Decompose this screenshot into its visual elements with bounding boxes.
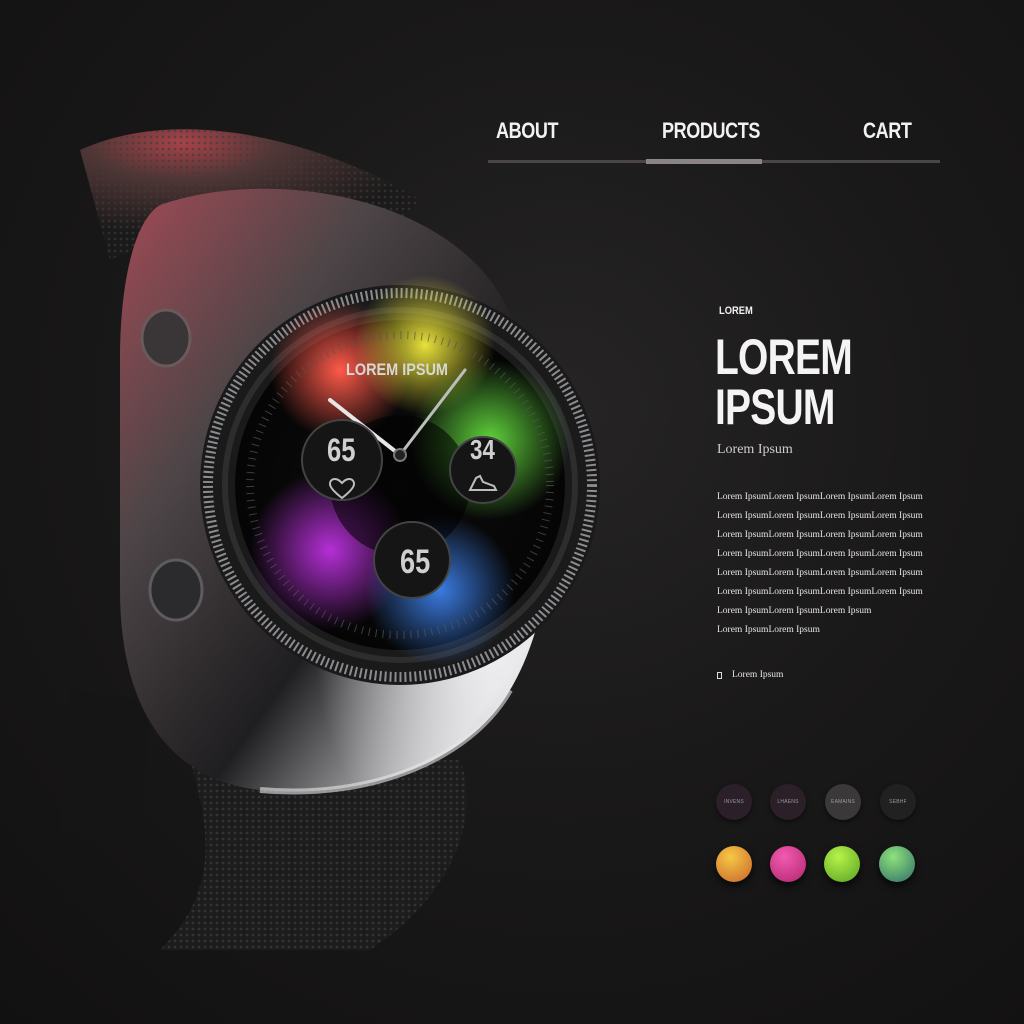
option-chip-label: INVENS — [724, 799, 744, 805]
bottom-dial-value: 65 — [400, 543, 431, 581]
paragraph-line: Lorem IpsumLorem IpsumLorem IpsumLorem I… — [717, 587, 923, 597]
page-title: LOREM IPSUM — [715, 329, 853, 435]
watch-face-title: LOREM IPSUM — [346, 360, 448, 379]
description-paragraph: Lorem IpsumLorem IpsumLorem IpsumLorem I… — [717, 488, 937, 640]
paragraph-line: Lorem IpsumLorem IpsumLorem IpsumLorem I… — [717, 492, 923, 502]
nav-active-indicator — [646, 159, 762, 164]
headline-line-2: IPSUM — [715, 379, 835, 435]
learn-more-link[interactable]: Lorem Ipsum — [717, 670, 783, 680]
option-chip-label: LHAENS — [777, 799, 799, 805]
nav-item-about[interactable]: ABOUT — [496, 118, 558, 144]
top-nav: ABOUT PRODUCTS CART — [488, 112, 940, 168]
shoe-icon — [468, 472, 498, 494]
option-chips: INVENS LHAENS EAMAINS SEBHF — [716, 784, 916, 820]
paragraph-line: Lorem IpsumLorem IpsumLorem IpsumLorem I… — [717, 549, 923, 559]
option-chip-label: EAMAINS — [831, 799, 855, 805]
right-dial-value: 34 — [470, 434, 495, 465]
subheading: Lorem Ipsum — [717, 442, 793, 457]
learn-more-label: Lorem Ipsum — [732, 670, 784, 680]
paragraph-line: Lorem IpsumLorem IpsumLorem IpsumLorem I… — [717, 511, 923, 521]
paragraph-line: Lorem IpsumLorem IpsumLorem IpsumLorem I… — [717, 530, 923, 540]
smartwatch-image: LOREM IPSUM 65 34 65 — [40, 110, 600, 970]
link-bullet-icon — [717, 671, 722, 679]
paragraph-line: Lorem IpsumLorem IpsumLorem IpsumLorem I… — [717, 568, 923, 578]
color-swatches — [716, 846, 916, 884]
option-chip-label: SEBHF — [889, 799, 907, 805]
nav-item-cart[interactable]: CART — [863, 118, 912, 144]
paragraph-line: Lorem IpsumLorem Ipsum — [717, 625, 820, 635]
nav-item-products[interactable]: PRODUCTS — [662, 118, 760, 144]
swatch-orange-yellow[interactable] — [716, 846, 752, 882]
heart-icon — [328, 477, 356, 500]
headline-line-1: LOREM — [715, 329, 853, 385]
left-dial-value: 65 — [327, 432, 356, 468]
option-chip[interactable]: EAMAINS — [825, 784, 861, 820]
swatch-pink[interactable] — [770, 846, 806, 882]
option-chip[interactable]: INVENS — [716, 784, 752, 820]
swatch-green-teal[interactable] — [879, 846, 915, 882]
eyebrow-label: LOREM — [719, 305, 753, 317]
swatch-lime[interactable] — [824, 846, 860, 882]
option-chip[interactable]: SEBHF — [880, 784, 916, 820]
option-chip[interactable]: LHAENS — [770, 784, 806, 820]
paragraph-line: Lorem IpsumLorem IpsumLorem Ipsum — [717, 606, 872, 616]
